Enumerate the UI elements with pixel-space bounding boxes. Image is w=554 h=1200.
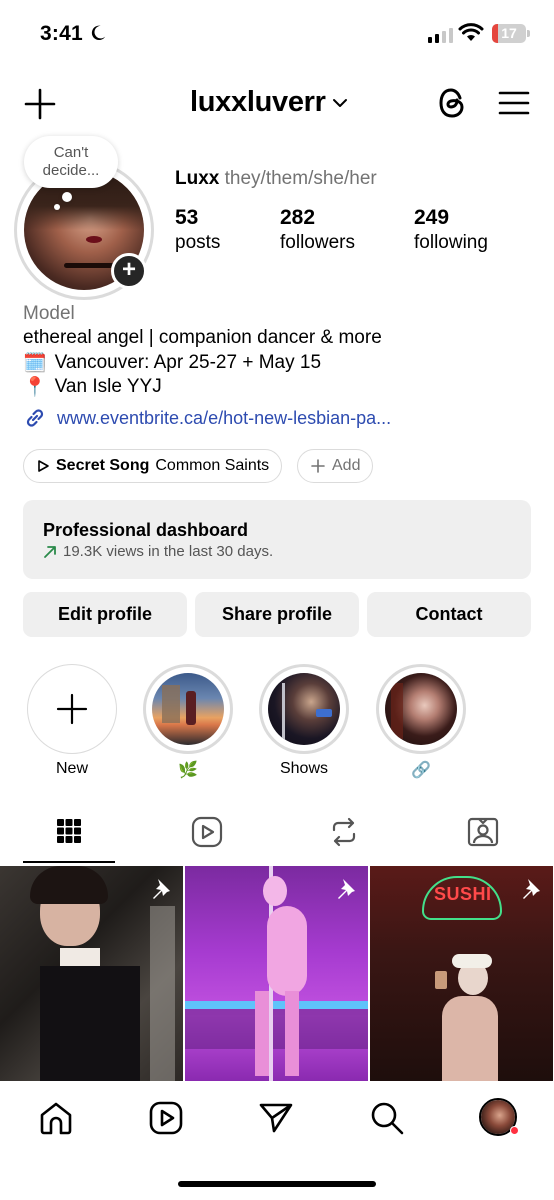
display-name: Luxx <box>175 168 220 189</box>
pin-icon <box>523 879 540 899</box>
highlight-ring <box>143 664 233 754</box>
note-bubble-tail <box>62 192 72 202</box>
plus-icon <box>56 693 88 725</box>
neon-sign-text: SUSHI <box>434 884 492 904</box>
play-icon <box>38 460 49 472</box>
moon-icon <box>91 25 106 41</box>
stat-following[interactable]: 249 following <box>414 206 488 254</box>
add-link-pill[interactable]: Add <box>297 449 374 483</box>
stat-value: 249 <box>414 206 450 229</box>
profile-note[interactable]: Can't decide... <box>24 136 118 188</box>
pin-icon <box>153 879 170 899</box>
stat-label: followers <box>280 232 355 253</box>
pin-icon <box>338 879 355 899</box>
stat-label: posts <box>175 232 221 253</box>
username-switcher[interactable]: luxxluverr <box>190 86 348 119</box>
grid-post[interactable] <box>0 866 183 1081</box>
stat-label: following <box>414 232 488 253</box>
grid-icon <box>57 819 81 843</box>
dashboard-subtitle-line: 19.3K views in the last 30 days. <box>43 543 273 560</box>
stat-posts[interactable]: 53 posts <box>175 206 220 254</box>
pin-location-icon: 📍 <box>23 377 47 398</box>
stat-value: 53 <box>175 206 199 229</box>
active-tab-indicator <box>23 861 115 863</box>
home-indicator <box>178 1181 376 1187</box>
link-text: www.eventbrite.ca/e/hot-new-lesbian-pa..… <box>57 407 392 428</box>
link-emoji-label: 🔗 <box>411 762 431 779</box>
plus-icon <box>311 459 325 473</box>
edit-profile-button[interactable]: Edit profile <box>23 592 187 637</box>
highlight-cover <box>268 673 340 745</box>
highlight-label: New <box>55 760 88 777</box>
leaf-emoji-label: 🌿 <box>178 762 198 779</box>
highlight-label: Shows <box>279 760 329 777</box>
profile-header: luxxluverr <box>0 78 554 128</box>
share-profile-button[interactable]: Share profile <box>195 592 359 637</box>
cellular-signal-icon <box>428 27 453 43</box>
home-icon[interactable] <box>38 1100 74 1136</box>
tab-reposts[interactable] <box>298 812 390 864</box>
bio-line: 🗓️ Vancouver: Apr 25-27 + May 15 <box>23 351 321 375</box>
highlight-cover <box>385 673 457 745</box>
reposts-icon <box>332 817 356 847</box>
battery-tip <box>527 30 530 37</box>
song-title: Secret Song <box>56 457 150 474</box>
display-name-line: Luxx they/them/she/her <box>175 168 377 190</box>
tab-tagged[interactable] <box>437 812 529 864</box>
song-artist: Common Saints <box>155 457 270 474</box>
highlight-ring <box>376 664 466 754</box>
dashboard-subtitle: 19.3K views in the last 30 days. <box>63 543 274 560</box>
stat-followers[interactable]: 282 followers <box>280 206 355 254</box>
notification-dot <box>510 1126 519 1135</box>
grid-post[interactable] <box>185 866 368 1081</box>
highlight-item[interactable]: 🔗 <box>376 664 466 780</box>
battery-icon: 17 <box>492 24 526 43</box>
link-icon <box>26 409 44 427</box>
pronouns: they/them/she/her <box>224 168 377 189</box>
highlight-item[interactable]: 🌿 <box>143 664 233 780</box>
tab-reels[interactable] <box>161 812 253 864</box>
highlight-new[interactable]: New <box>27 664 117 778</box>
trend-up-icon <box>44 545 56 558</box>
status-bar: 3:41 17 <box>0 0 554 70</box>
reels-icon <box>191 816 223 848</box>
calendar-icon: 🗓️ <box>23 353 47 374</box>
dashboard-title: Professional dashboard <box>43 520 249 540</box>
stat-value: 282 <box>280 206 316 229</box>
professional-dashboard[interactable]: Professional dashboard 19.3K views in th… <box>23 500 531 579</box>
threads-icon[interactable] <box>436 86 468 120</box>
highlight-cover <box>152 673 224 745</box>
tagged-icon <box>467 817 499 847</box>
profile-link[interactable]: www.eventbrite.ca/e/hot-new-lesbian-pa..… <box>23 406 391 430</box>
contact-button[interactable]: Contact <box>367 592 531 637</box>
tab-grid[interactable] <box>23 812 115 864</box>
search-icon[interactable] <box>369 1100 405 1136</box>
bio-text: ethereal angel | companion dancer & more <box>23 327 382 348</box>
bio-line: 📍 Van Isle YYJ <box>23 375 162 399</box>
highlight-ring <box>27 664 117 754</box>
profile-category: Model <box>23 303 75 324</box>
bio-line: ethereal angel | companion dancer & more <box>23 327 382 349</box>
menu-icon[interactable] <box>498 90 530 116</box>
clock: 3:41 <box>40 22 83 45</box>
highlight-ring <box>259 664 349 754</box>
battery-percent: 17 <box>501 25 517 41</box>
messages-icon[interactable] <box>258 1100 294 1136</box>
chevron-down-icon <box>332 98 347 107</box>
note-bubble-tail-small <box>54 204 60 210</box>
add-story-button[interactable]: + <box>111 253 147 289</box>
profile-music-pill[interactable]: Secret Song Common Saints <box>23 449 283 483</box>
reels-icon[interactable] <box>148 1100 184 1136</box>
username: luxxluverr <box>190 86 326 118</box>
plus-icon[interactable] <box>24 88 56 120</box>
highlight-item[interactable]: Shows <box>259 664 349 778</box>
grid-post[interactable]: SUSHI <box>370 866 553 1081</box>
add-label: Add <box>332 457 361 474</box>
wifi-icon <box>458 23 484 41</box>
bio-text: Vancouver: Apr 25-27 + May 15 <box>54 352 322 373</box>
bio-text: Van Isle YYJ <box>54 376 162 397</box>
